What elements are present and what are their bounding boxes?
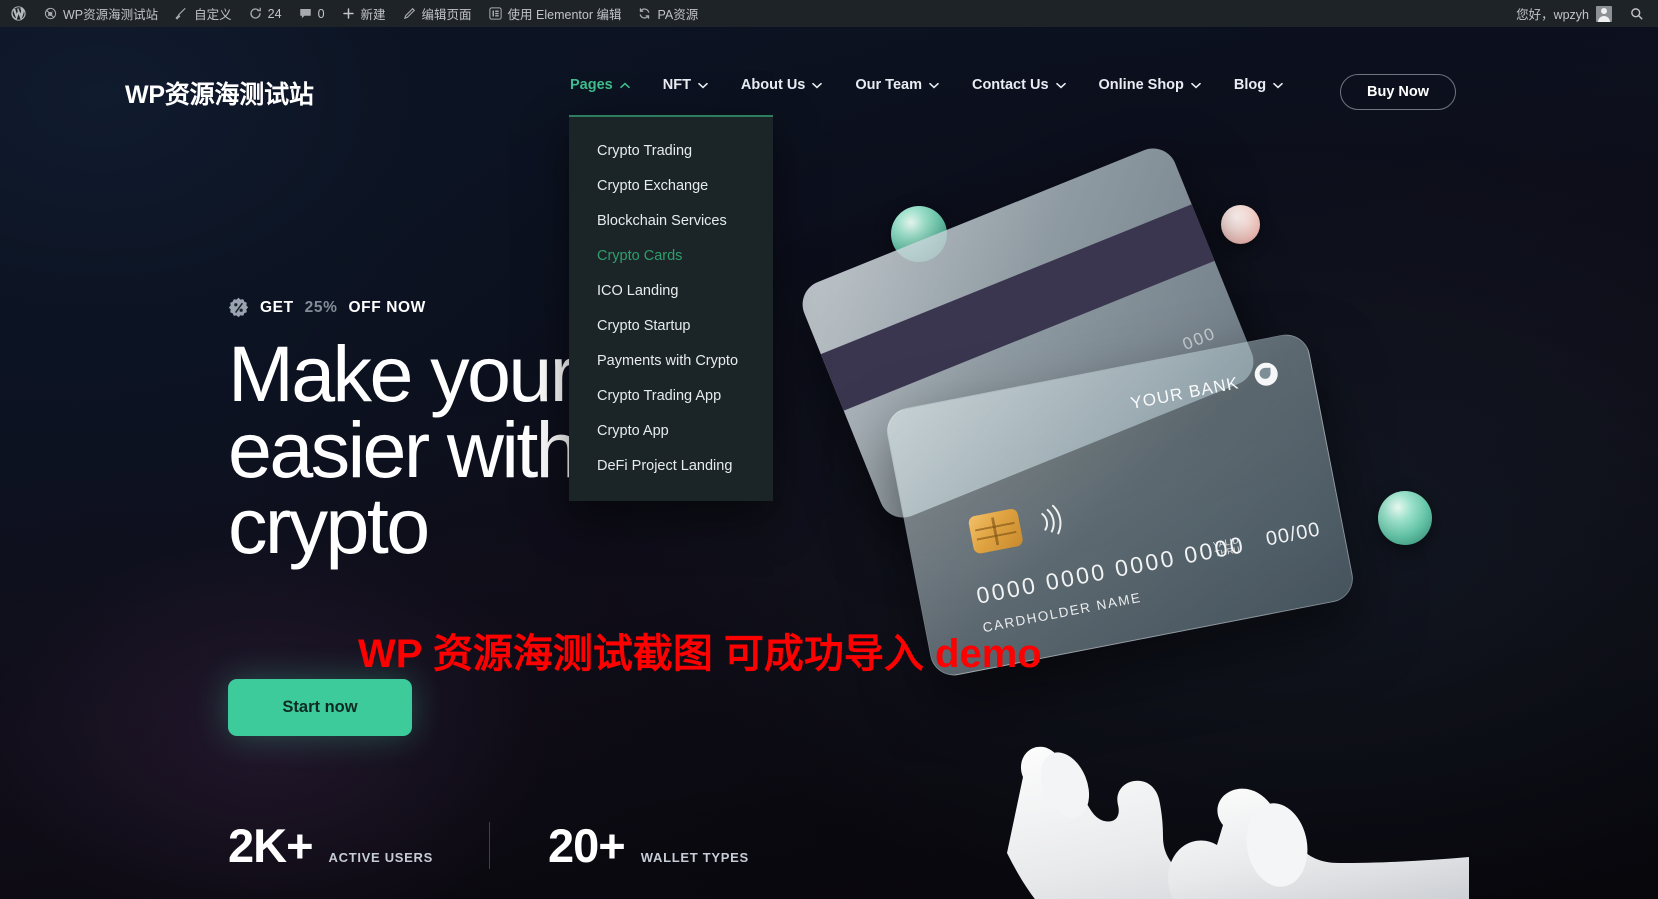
admin-bar-site-name-label: WP资源海测试站	[63, 8, 159, 22]
admin-bar-elementor-edit[interactable]: 使用 Elementor 编辑	[480, 0, 630, 27]
promo-percent: 25%	[304, 298, 338, 316]
stat-label: WALLET TYPES	[640, 850, 749, 865]
admin-bar-updates-count: 24	[267, 6, 282, 21]
dropdown-item-ico-landing[interactable]: ICO Landing	[569, 273, 773, 308]
plus-icon	[341, 6, 356, 21]
comment-icon	[298, 6, 313, 21]
avatar	[1596, 5, 1612, 22]
wp-admin-bar: WP资源海测试站 自定义 24 0 新建 编辑页面 使用 Elementor 编…	[0, 0, 1658, 27]
admin-bar-updates[interactable]: 24	[240, 0, 290, 27]
dropdown-item-blockchain-services[interactable]: Blockchain Services	[569, 203, 773, 238]
promo-prefix: GET	[260, 298, 294, 316]
dropdown-item-crypto-trading[interactable]: Crypto Trading	[569, 133, 773, 168]
dropdown-item-crypto-trading-app[interactable]: Crypto Trading App	[569, 378, 773, 413]
stat-value: 20+	[548, 819, 626, 872]
pencil-icon	[402, 6, 417, 21]
stat-value: 2K+	[228, 819, 314, 872]
dropdown-item-defi-project-landing[interactable]: DeFi Project Landing	[569, 448, 773, 483]
promo-suffix: OFF NOW	[348, 298, 426, 316]
stat-active-users: 2K+ ACTIVE USERS	[228, 822, 489, 869]
bank-logo-icon	[1252, 360, 1280, 388]
dropdown-item-payments-with-crypto[interactable]: Payments with Crypto	[569, 343, 773, 378]
admin-bar-edit-page-label: 编辑页面	[421, 8, 472, 22]
brush-icon	[174, 6, 189, 21]
admin-bar-new-content-label: 新建	[360, 8, 386, 22]
refresh-icon	[637, 6, 652, 21]
admin-bar-pa-resources-label: PA资源	[657, 8, 699, 22]
dropdown-item-crypto-startup[interactable]: Crypto Startup	[569, 308, 773, 343]
admin-bar-edit-page[interactable]: 编辑页面	[394, 0, 480, 27]
card-valid-thru-value: 00/00	[1264, 518, 1323, 551]
card-bank-name: YOUR BANK	[1128, 373, 1241, 413]
watermark-text: WP 资源海测试截图 可成功导入 demo	[358, 632, 1042, 676]
dropdown-item-crypto-exchange[interactable]: Crypto Exchange	[569, 168, 773, 203]
credit-card-back: 000	[795, 141, 1261, 525]
start-now-button[interactable]: Start now	[228, 679, 412, 736]
site-page: 000 YOUR BANK 0000 0000 0000 0000 CARDHO…	[0, 27, 1658, 899]
pages-dropdown-menu: Crypto Trading Crypto Exchange Blockchai…	[569, 115, 773, 501]
admin-bar-site-name[interactable]: WP资源海测试站	[35, 0, 166, 27]
wordpress-icon	[11, 6, 26, 21]
admin-bar-left-group: WP资源海测试站 自定义 24 0 新建 编辑页面 使用 Elementor 编…	[0, 0, 706, 27]
admin-bar-comments[interactable]: 0	[290, 0, 333, 27]
hand-illustration	[905, 657, 1545, 899]
card-back-digits: 000	[1179, 323, 1219, 354]
admin-bar-account[interactable]: 您好，wpzyh	[1507, 4, 1621, 23]
hero-stats: 2K+ ACTIVE USERS 20+ WALLET TYPES	[228, 822, 805, 869]
contactless-icon	[1032, 498, 1073, 542]
admin-bar-elementor-label: 使用 Elementor 编辑	[507, 8, 622, 22]
dropdown-item-crypto-app[interactable]: Crypto App	[569, 413, 773, 448]
elementor-icon	[488, 6, 503, 21]
update-icon	[248, 6, 263, 21]
decorative-sphere-teal-top	[891, 206, 947, 262]
card-valid-thru-label: VALID THRU	[1212, 535, 1241, 559]
admin-bar-customize-label: 自定义	[194, 8, 232, 22]
dashboard-icon	[43, 6, 58, 21]
admin-bar-wordpress-logo[interactable]	[0, 0, 35, 27]
admin-bar-new-content[interactable]: 新建	[333, 0, 394, 27]
stat-wallet-types: 20+ WALLET TYPES	[489, 822, 805, 869]
site-header	[0, 27, 1658, 101]
decorative-sphere-teal-right	[1378, 491, 1432, 545]
admin-bar-customize[interactable]: 自定义	[166, 0, 240, 27]
admin-bar-howdy-label: 您好，wpzyh	[1516, 8, 1589, 22]
card-chip-icon	[967, 507, 1024, 555]
search-icon	[1629, 6, 1644, 21]
decorative-sphere-pink	[1221, 205, 1260, 244]
stat-label: ACTIVE USERS	[328, 850, 434, 865]
dropdown-item-crypto-cards[interactable]: Crypto Cards	[569, 238, 773, 273]
percent-badge-icon	[228, 297, 249, 318]
admin-bar-pa-resources[interactable]: PA资源	[629, 0, 706, 27]
admin-bar-search-button[interactable]	[1621, 6, 1658, 21]
card-number: 0000 0000 0000 0000	[974, 531, 1248, 609]
magnetic-stripe	[798, 195, 1237, 420]
admin-bar-comments-count: 0	[317, 6, 325, 21]
admin-bar-right-group: 您好，wpzyh	[1507, 0, 1658, 27]
